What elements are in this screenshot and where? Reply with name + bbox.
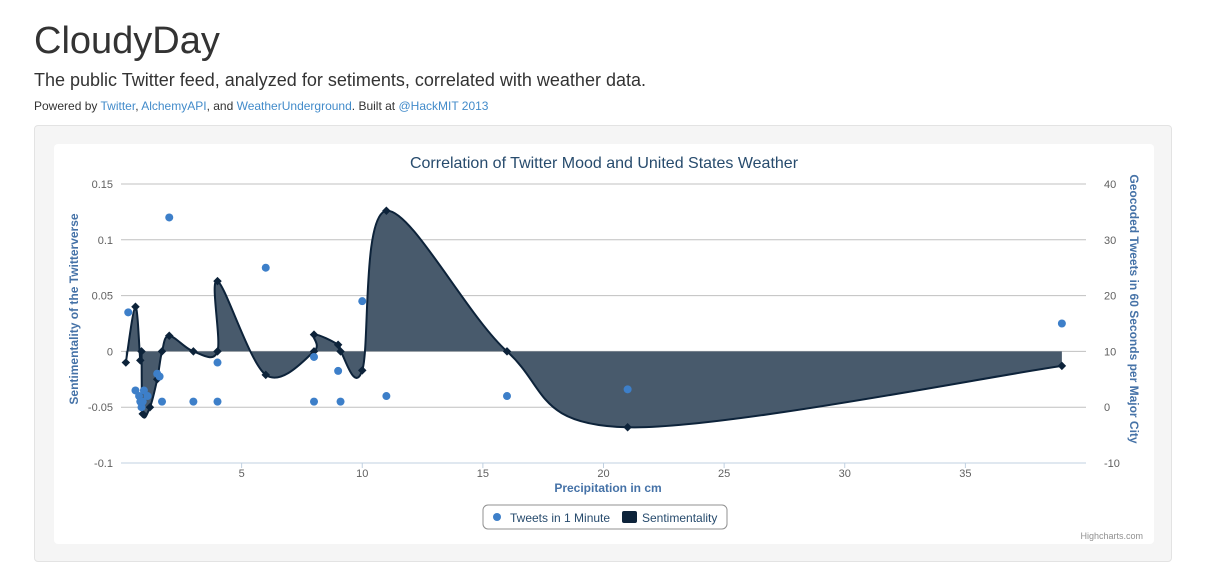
tweet-point bbox=[382, 392, 391, 401]
x-axis-label: Precipitation in cm bbox=[554, 481, 661, 495]
alchemyapi-link[interactable]: AlchemyAPI bbox=[141, 99, 206, 113]
page-lead: The public Twitter feed, analyzed for se… bbox=[34, 70, 646, 90]
hackmit-link[interactable]: @HackMIT 2013 bbox=[398, 99, 488, 113]
y-right-tick-label: 10 bbox=[1104, 346, 1116, 358]
tweet-point bbox=[310, 352, 318, 361]
chart-ticks: 0.15 0.1 0.05 0 -0.05 -0.1 40 30 20 10 0 -10 5 10 15 20… bbox=[88, 179, 1120, 480]
tweet-point bbox=[155, 372, 164, 381]
tweet-point bbox=[165, 213, 174, 222]
x-tick-label: 5 bbox=[239, 468, 245, 480]
y-left-tick-label: 0.1 bbox=[98, 235, 113, 247]
tweet-point bbox=[358, 297, 367, 306]
chart-container: Correlation of Twitter Mood and United S… bbox=[54, 144, 1154, 544]
tweet-point bbox=[158, 397, 167, 406]
y-left-tick-label: -0.05 bbox=[88, 402, 113, 414]
y-right-tick-label: -10 bbox=[1104, 458, 1120, 470]
x-tick-label: 15 bbox=[477, 468, 489, 480]
page: CloudyDay The public Twitter feed, analy… bbox=[0, 0, 1219, 583]
chart-svg: Correlation of Twitter Mood and United S… bbox=[67, 155, 1143, 541]
sentiment-point bbox=[131, 302, 140, 312]
x-tick-label: 10 bbox=[356, 468, 368, 480]
y-right-tick-label: 30 bbox=[1104, 235, 1116, 247]
built-at-text: . Built at bbox=[351, 99, 399, 113]
x-tick-label: 25 bbox=[718, 468, 730, 480]
legend-square-icon bbox=[622, 511, 637, 523]
legend-label-tweets: Tweets in 1 Minute bbox=[510, 511, 610, 525]
weatherunderground-link[interactable]: WeatherUnderground bbox=[237, 99, 352, 113]
x-tick-label: 35 bbox=[959, 468, 971, 480]
legend-dot-icon bbox=[493, 513, 501, 521]
powered-prefix: Powered by bbox=[34, 99, 101, 113]
x-tick-label: 20 bbox=[597, 468, 609, 480]
y-right-tick-label: 40 bbox=[1104, 179, 1116, 191]
x-tick-label: 30 bbox=[839, 468, 851, 480]
tweet-point bbox=[213, 397, 222, 406]
y-right-tick-label: 20 bbox=[1104, 291, 1116, 303]
tweet-point bbox=[503, 392, 511, 401]
tweet-point bbox=[213, 358, 222, 367]
legend-item-tweets[interactable]: Tweets in 1 Minute bbox=[493, 511, 610, 525]
y-left-tick-label: 0.05 bbox=[92, 291, 113, 303]
tweet-point bbox=[1057, 319, 1066, 328]
y-left-tick-label: 0 bbox=[107, 346, 113, 358]
tweet-point bbox=[623, 385, 632, 394]
tweet-point bbox=[336, 397, 345, 406]
separator: , and bbox=[206, 99, 237, 113]
y-left-tick-label: 0.15 bbox=[92, 179, 113, 191]
y-right-tick-label: 0 bbox=[1104, 402, 1110, 414]
credits-link[interactable]: Highcharts.com bbox=[1080, 531, 1143, 541]
y-left-tick-label: -0.1 bbox=[94, 458, 113, 470]
tweet-point bbox=[334, 366, 343, 375]
tweet-point bbox=[189, 397, 198, 406]
y-axis-right-label: Geocoded Tweets in 60 Seconds per Major … bbox=[1127, 174, 1141, 444]
chart-title: Correlation of Twitter Mood and United S… bbox=[410, 155, 799, 172]
twitter-link[interactable]: Twitter bbox=[101, 99, 136, 113]
tweet-point bbox=[143, 392, 152, 401]
legend-label-sentimentality: Sentimentality bbox=[642, 511, 717, 525]
tweet-point bbox=[310, 397, 318, 406]
page-title: CloudyDay bbox=[34, 20, 220, 62]
powered-by-line: Powered by Twitter, AlchemyAPI, and Weat… bbox=[34, 99, 488, 113]
tweet-point bbox=[261, 263, 270, 272]
tweet-point bbox=[124, 308, 133, 317]
sentiment-point bbox=[121, 358, 131, 367]
sentiment-point bbox=[189, 347, 198, 356]
y-axis-left-label: Sentimentality of the Twitterverse bbox=[67, 213, 81, 404]
chart-legend: Tweets in 1 Minute Sentimentality bbox=[482, 504, 728, 530]
sentiment-area-fill bbox=[125, 210, 1062, 428]
